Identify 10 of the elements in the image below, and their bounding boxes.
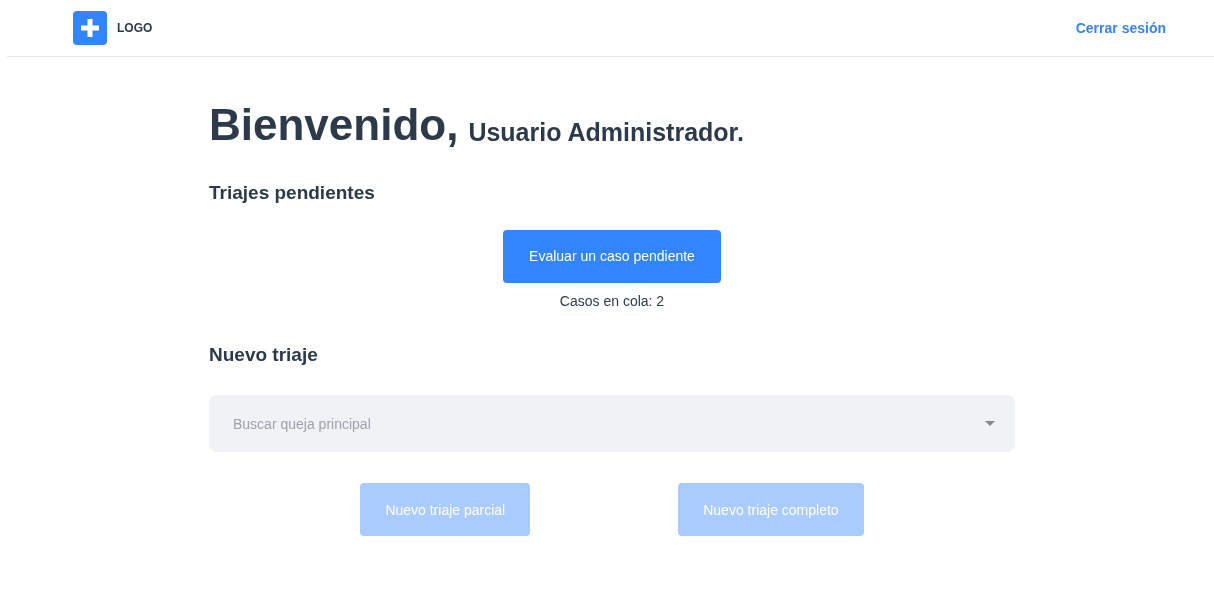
search-select[interactable]: Buscar queja principal [209, 395, 1015, 452]
dropdown-caret-icon [985, 421, 995, 426]
triage-button[interactable]: Evaluar un caso pendiente [503, 229, 721, 283]
logo-text: LOGO [117, 20, 153, 36]
plus-logo-icon [73, 11, 107, 45]
queue-count: Casos en cola: 2 [559, 291, 665, 311]
logout-link[interactable]: Cerrar sesión [1075, 18, 1166, 38]
section-heading: Nuevo triaje [209, 342, 319, 367]
welcome-title: Bienvenido, Usuario Administrador. [209, 99, 745, 147]
section-heading: Triajes pendientes [209, 181, 376, 205]
